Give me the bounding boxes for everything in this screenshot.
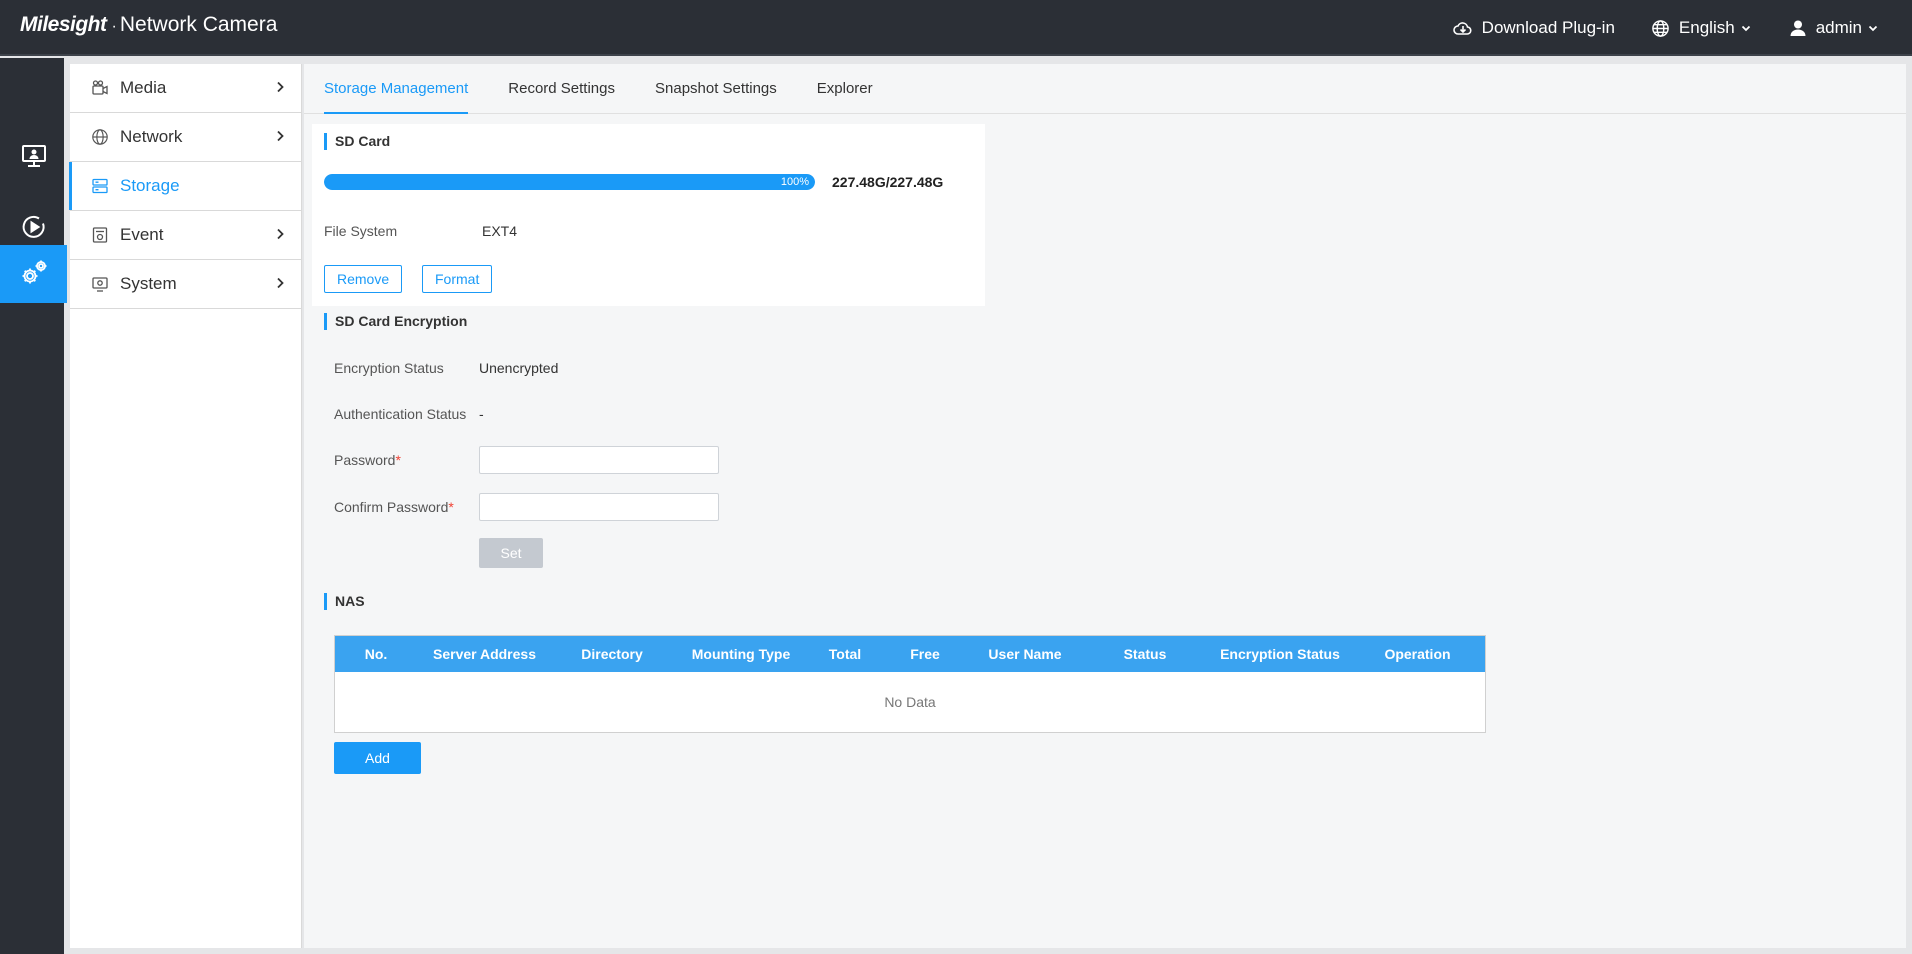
add-nas-button[interactable]: Add: [334, 742, 421, 774]
tab-storage-management[interactable]: Storage Management: [324, 64, 469, 114]
playback-icon: [21, 214, 47, 243]
system-icon: [90, 274, 110, 294]
sd-card-panel: SD Card 100% 227.48G/227.48G File System…: [312, 124, 985, 306]
media-camera-icon: [90, 78, 110, 98]
sidebar-item-label: Storage: [120, 176, 180, 195]
sd-usage-progress: 100%: [324, 174, 815, 190]
download-plugin-button[interactable]: Download Plug-in: [1452, 18, 1615, 38]
sd-encryption-title: SD Card Encryption: [324, 313, 467, 330]
sidebar-item-label: System: [120, 274, 177, 293]
file-system-label: File System: [324, 223, 398, 239]
sidebar-item-system[interactable]: System: [70, 260, 301, 309]
user-icon: [1789, 19, 1807, 37]
chevron-right-icon: [276, 228, 284, 240]
tab-record-settings[interactable]: Record Settings: [508, 64, 615, 114]
settings-side-menu: Media Network Storage Event System: [69, 64, 302, 948]
sidebar-item-label: Event: [120, 225, 164, 244]
nas-title: NAS: [324, 593, 365, 610]
column-header: Total: [828, 646, 862, 662]
user-menu[interactable]: admin: [1789, 18, 1878, 38]
storage-icon: [90, 176, 110, 196]
chevron-right-icon: [276, 81, 284, 93]
sidebar-item-media[interactable]: Media: [70, 64, 301, 113]
password-label: Password*: [334, 452, 401, 468]
column-header: No.: [364, 646, 388, 662]
authentication-status-label: Authentication Status: [334, 406, 467, 422]
user-name-label: admin: [1815, 18, 1862, 37]
top-actions: Download Plug-in English admin: [1452, 0, 1912, 56]
rail-settings-button[interactable]: [0, 245, 67, 303]
sd-usage-percent: 100%: [780, 176, 809, 188]
sidebar-item-label: Media: [120, 78, 167, 97]
file-system-value: EXT4: [482, 223, 518, 239]
tab-explorer[interactable]: Explorer: [817, 64, 873, 114]
brand: Milesight · Network Camera: [20, 13, 278, 36]
nas-table: No. Server Address Directory Mounting Ty…: [334, 635, 1486, 733]
remove-button[interactable]: Remove: [324, 265, 403, 293]
sd-capacity: 227.48G/227.48G: [832, 174, 944, 190]
column-header: Server Address: [433, 646, 536, 662]
column-header: Mounting Type: [691, 646, 791, 662]
globe-icon: [1651, 19, 1670, 38]
event-icon: [90, 225, 110, 245]
confirm-password-input[interactable]: [479, 493, 719, 521]
language-label: English: [1678, 18, 1735, 37]
format-button[interactable]: Format: [422, 265, 493, 293]
column-header: Operation: [1384, 646, 1451, 662]
plugin-icon: [1452, 18, 1473, 38]
encryption-status-label: Encryption Status: [334, 360, 444, 376]
column-header: Encryption Status: [1220, 646, 1340, 662]
required-mark: *: [448, 499, 454, 515]
sd-usage-progress-fill: 100%: [324, 174, 815, 190]
column-header: Status: [1123, 646, 1167, 662]
sidebar-item-label: Network: [120, 127, 183, 146]
chevron-down-icon: [1741, 24, 1751, 32]
sidebar-item-network[interactable]: Network: [70, 113, 301, 162]
required-mark: *: [395, 452, 401, 468]
column-header: Free: [910, 646, 940, 662]
language-select[interactable]: English: [1651, 18, 1751, 38]
brand-product-name: Network Camera: [119, 13, 278, 36]
authentication-status-value: -: [479, 406, 484, 422]
encryption-status-value: Unencrypted: [479, 360, 559, 376]
tab-snapshot-settings[interactable]: Snapshot Settings: [655, 64, 777, 114]
password-input[interactable]: [479, 446, 719, 474]
rail-live-view-button[interactable]: [0, 128, 67, 186]
left-rail: [0, 58, 67, 954]
confirm-password-label: Confirm Password*: [334, 499, 454, 515]
set-button[interactable]: Set: [479, 538, 543, 568]
chevron-right-icon: [276, 130, 284, 142]
top-bar: Milesight · Network Camera Download Plug…: [0, 0, 1912, 56]
download-plugin-label: Download Plug-in: [1481, 18, 1615, 37]
nas-table-header: No. Server Address Directory Mounting Ty…: [335, 636, 1485, 672]
chevron-right-icon: [276, 277, 284, 289]
storage-tabs: Storage Management Record Settings Snaps…: [304, 64, 1906, 114]
main-panel: Storage Management Record Settings Snaps…: [304, 64, 1906, 948]
brand-logo: Milesight: [20, 13, 107, 36]
settings-gear-icon: [19, 258, 49, 291]
nas-table-empty: No Data: [884, 694, 936, 710]
live-view-icon: [21, 144, 47, 171]
chevron-down-icon: [1868, 24, 1878, 32]
globe-icon: [90, 127, 110, 147]
column-header: User Name: [988, 646, 1062, 662]
sidebar-item-event[interactable]: Event: [70, 211, 301, 260]
sidebar-item-storage[interactable]: Storage: [69, 162, 301, 211]
column-header: Directory: [581, 646, 643, 662]
sd-card-title: SD Card: [324, 133, 390, 150]
